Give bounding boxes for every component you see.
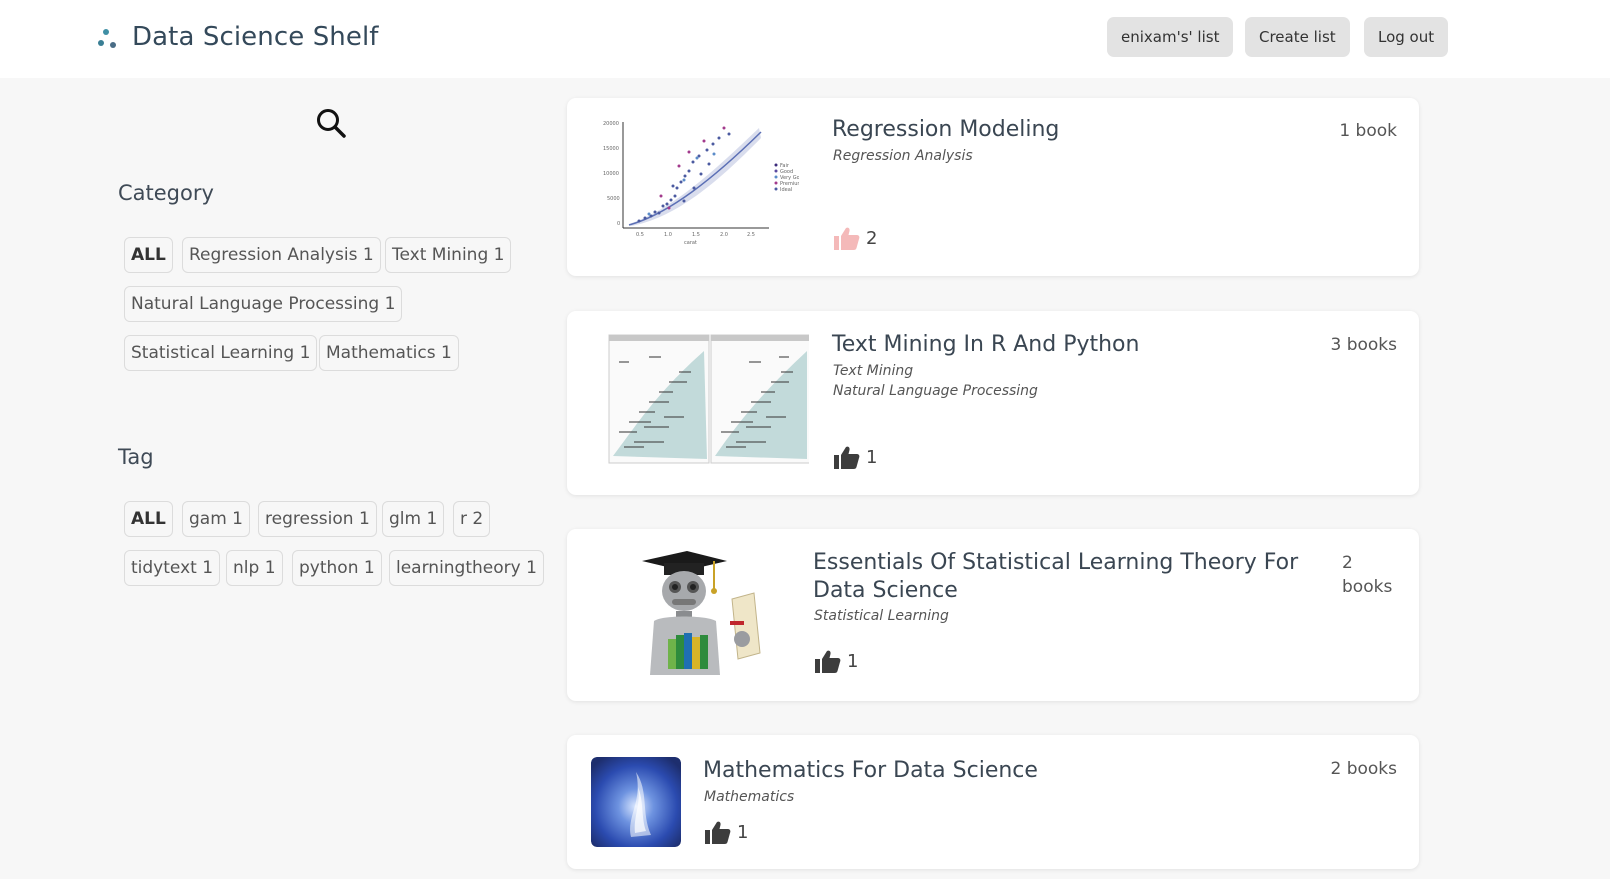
list-title[interactable]: Mathematics For Data Science — [703, 757, 1038, 785]
like-count: 1 — [847, 651, 859, 672]
my-list-button[interactable]: enixam's' list — [1107, 17, 1234, 57]
list-category: Statistical Learning — [814, 608, 949, 624]
tag-chip-gam[interactable]: gam 1 — [182, 501, 250, 537]
tag-chip-r[interactable]: r 2 — [453, 501, 491, 537]
category-chip-all[interactable]: ALL — [124, 237, 173, 273]
like-button[interactable]: 1 — [814, 649, 858, 674]
tag-chip-glm[interactable]: glm 1 — [382, 501, 445, 537]
thumbs-up-icon — [834, 446, 860, 469]
list-card-statistical-learning[interactable]: Essentials Of Statistical Learning Theor… — [567, 529, 1419, 701]
thumbs-up-icon — [834, 227, 860, 250]
category-chip-nlp[interactable]: Natural Language Processing 1 — [124, 286, 403, 322]
category-chip-text-mining[interactable]: Text Mining 1 — [385, 237, 512, 273]
svg-text:2.5: 2.5 — [747, 232, 755, 238]
list-thumbnail-word-plot — [589, 331, 809, 471]
svg-text:0: 0 — [617, 221, 620, 227]
thumbs-up-icon — [705, 821, 731, 844]
tag-chip-nlp[interactable]: nlp 1 — [226, 550, 283, 586]
list-card-text-mining[interactable]: Text Mining In R And Python Text Mining … — [567, 311, 1419, 495]
category-chip-mathematics[interactable]: Mathematics 1 — [319, 335, 459, 371]
svg-text:10000: 10000 — [603, 171, 619, 177]
create-list-button[interactable]: Create list — [1245, 17, 1350, 57]
tag-chip-python[interactable]: python 1 — [292, 550, 382, 586]
like-count: 1 — [866, 447, 878, 468]
list-thumbnail-scatter-plot: 20000 15000 10000 5000 0 0.5 1.0 1.5 2.0 2.5 car… — [589, 116, 799, 251]
svg-text:Ideal: Ideal — [780, 187, 792, 193]
list-title[interactable]: Text Mining In R And Python — [832, 331, 1139, 359]
svg-text:20000: 20000 — [603, 121, 619, 127]
svg-text:1.0: 1.0 — [664, 232, 672, 238]
logout-button[interactable]: Log out — [1364, 17, 1449, 57]
list-book-count: 1 book — [1339, 121, 1397, 141]
like-button[interactable]: 2 — [833, 226, 877, 251]
category-heading: Category — [118, 181, 214, 205]
thumbs-up-icon — [815, 650, 841, 673]
tag-heading: Tag — [118, 445, 154, 469]
svg-text:carat: carat — [684, 240, 697, 246]
category-chip-statistical-learning[interactable]: Statistical Learning 1 — [124, 335, 318, 371]
like-count: 2 — [866, 228, 878, 249]
list-card-regression-modeling[interactable]: 20000 15000 10000 5000 0 0.5 1.0 1.5 2.0 2.5 car… — [567, 98, 1419, 276]
list-book-count: 3 books — [1330, 335, 1397, 355]
like-button[interactable]: 1 — [704, 820, 748, 845]
search-icon[interactable] — [315, 107, 347, 139]
list-category: Natural Language Processing — [833, 383, 1038, 399]
list-thumbnail-robot-graduate — [632, 549, 772, 677]
svg-text:2.0: 2.0 — [720, 232, 728, 238]
app-title: Data Science Shelf — [132, 22, 379, 52]
app-logo[interactable]: Data Science Shelf — [98, 22, 379, 52]
svg-text:0.5: 0.5 — [636, 232, 644, 238]
svg-text:5000: 5000 — [607, 196, 620, 202]
list-title[interactable]: Essentials Of Statistical Learning Theor… — [813, 549, 1313, 605]
list-category: Regression Analysis — [833, 148, 973, 164]
list-title[interactable]: Regression Modeling — [832, 116, 1059, 144]
like-count: 1 — [737, 822, 749, 843]
list-book-count: 2 books — [1330, 759, 1397, 779]
top-header: Data Science Shelf enixam's' list Create… — [0, 0, 1610, 78]
category-chip-regression-analysis[interactable]: Regression Analysis 1 — [182, 237, 381, 273]
list-thumbnail-math-cover — [591, 757, 681, 847]
tag-chip-regression[interactable]: regression 1 — [258, 501, 377, 537]
like-button[interactable]: 1 — [833, 445, 877, 470]
tag-chip-all[interactable]: ALL — [124, 501, 173, 537]
tag-chip-learningtheory[interactable]: learningtheory 1 — [389, 550, 544, 586]
list-category: Mathematics — [704, 789, 795, 805]
svg-text:1.5: 1.5 — [692, 232, 700, 238]
logo-dots-icon — [98, 26, 120, 48]
list-category: Text Mining — [833, 363, 914, 379]
list-card-mathematics[interactable]: Mathematics For Data Science Mathematics… — [567, 735, 1419, 869]
tag-chip-tidytext[interactable]: tidytext 1 — [124, 550, 221, 586]
list-book-count: 2 books — [1342, 553, 1393, 597]
svg-text:15000: 15000 — [603, 146, 619, 152]
